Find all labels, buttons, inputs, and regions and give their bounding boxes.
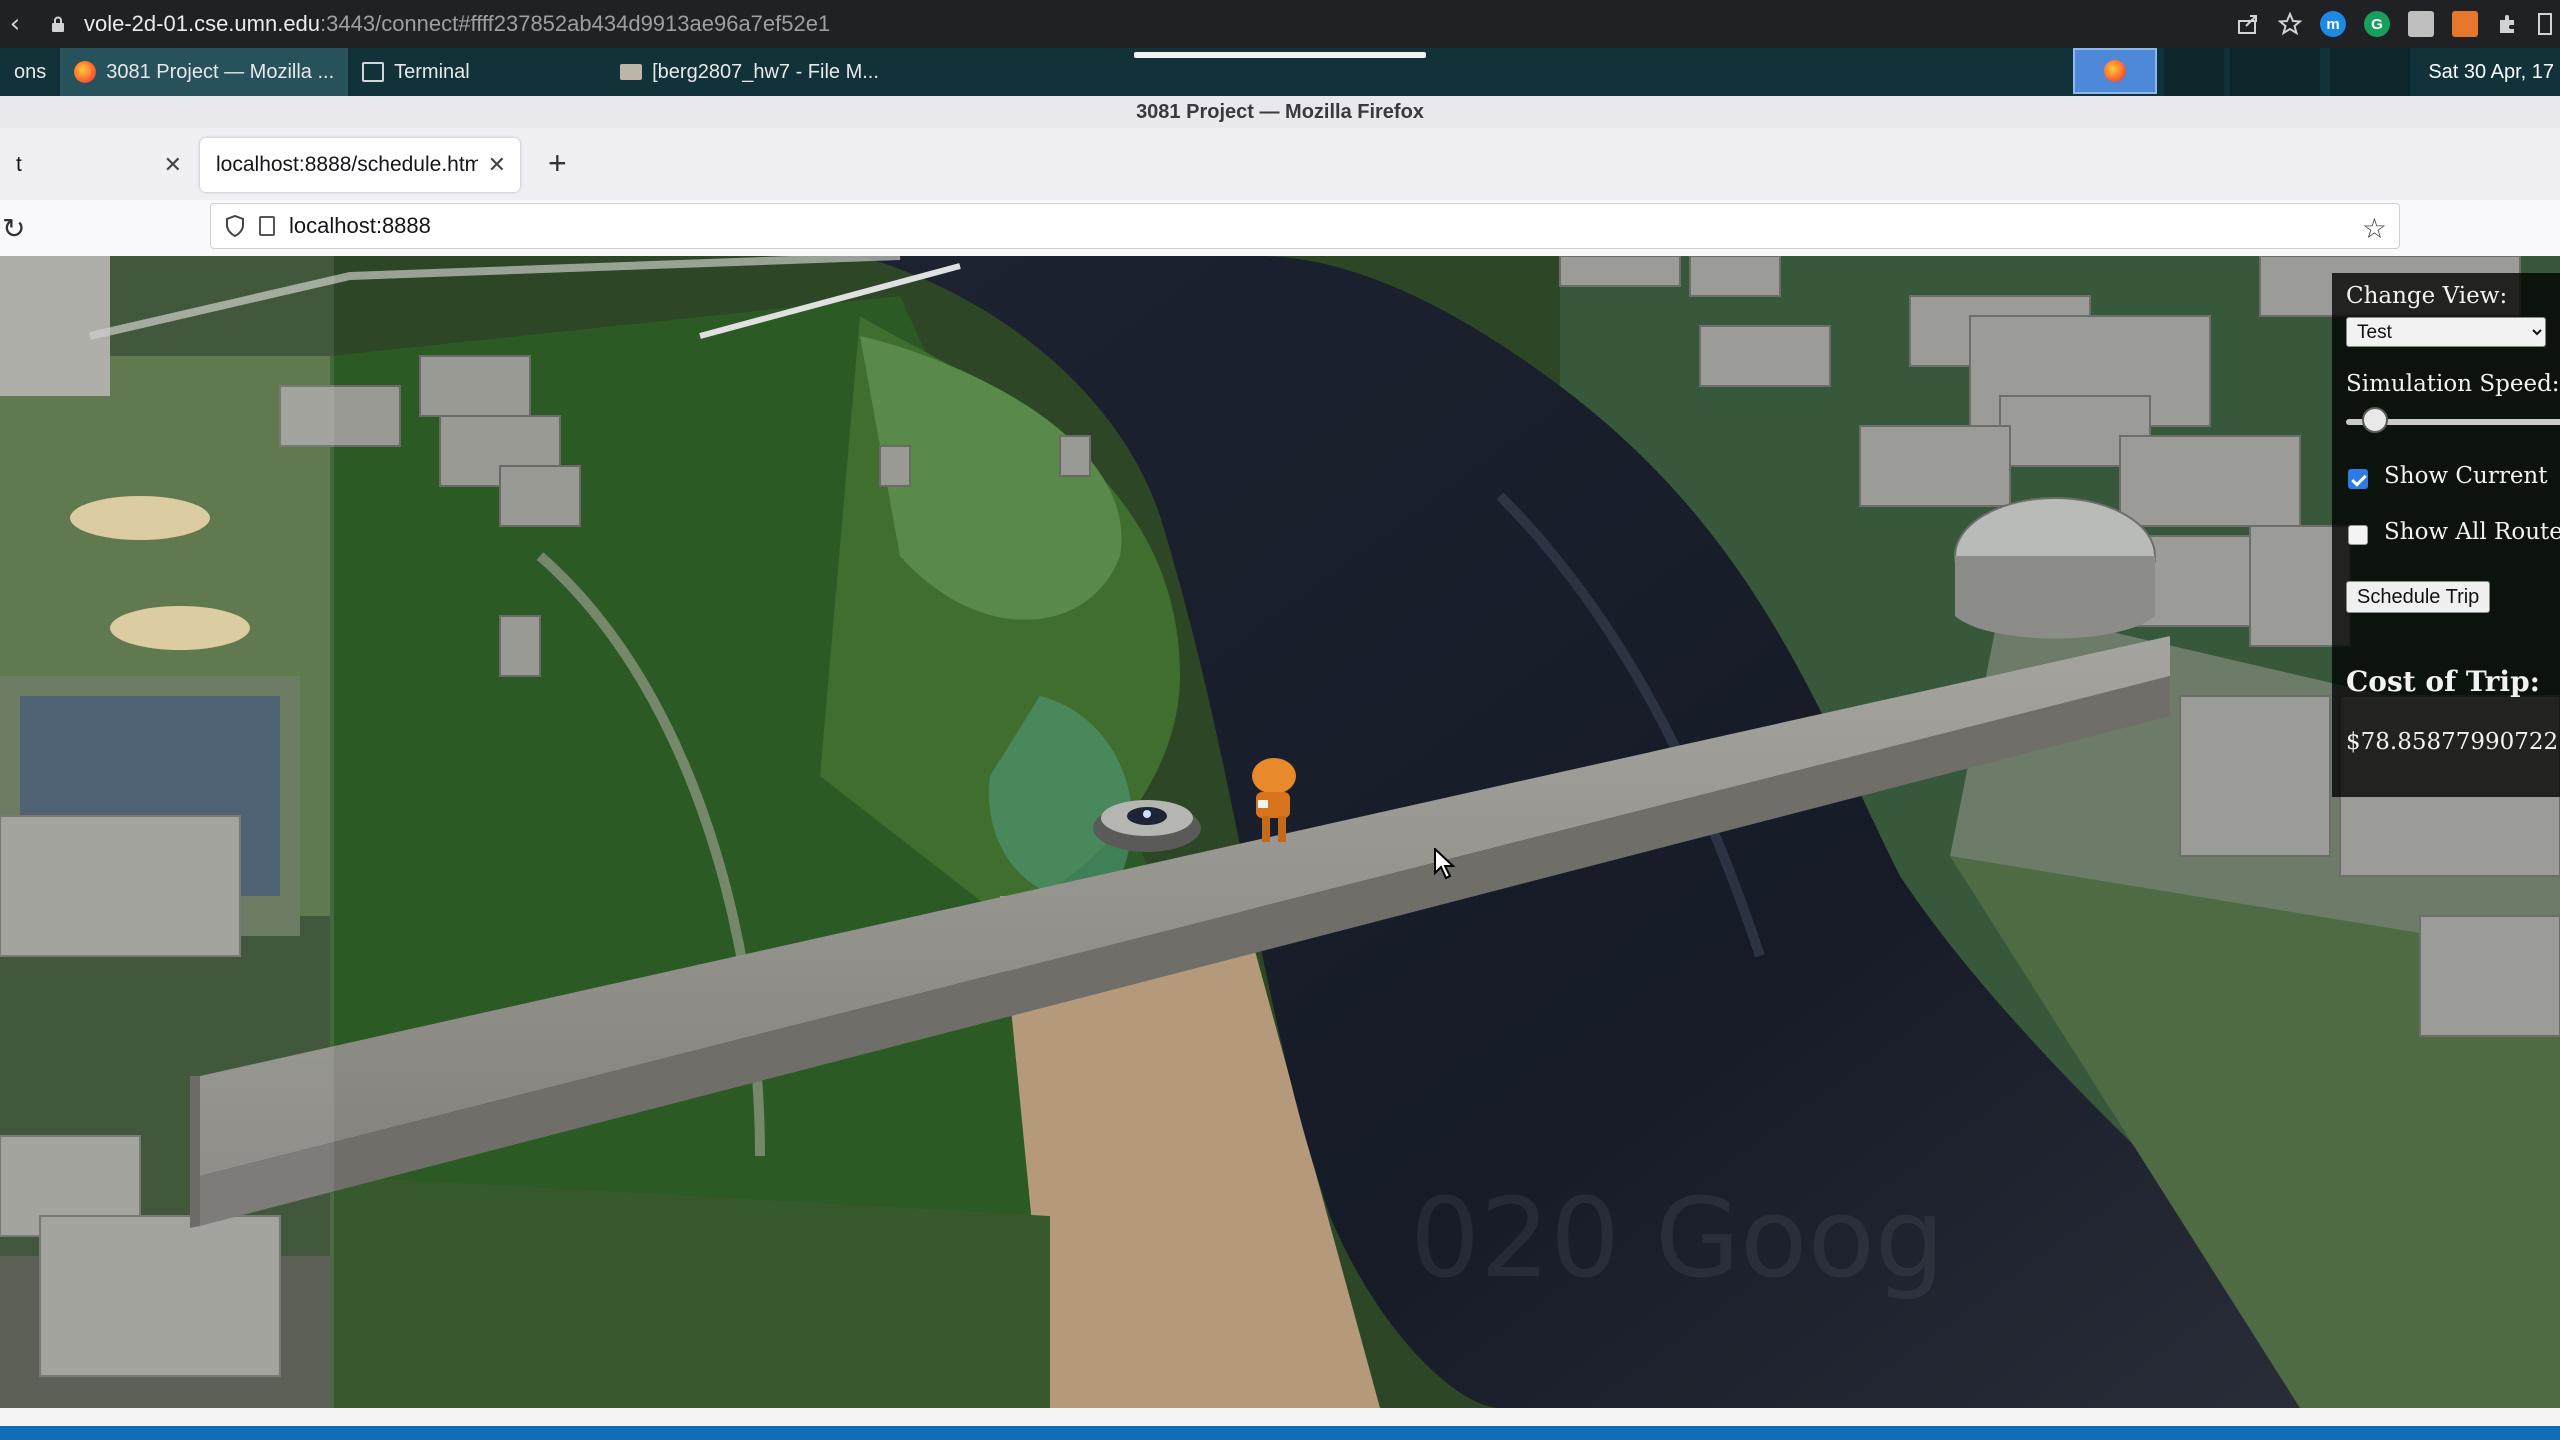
back-arrow-icon[interactable]: ‹ [0, 9, 30, 39]
puzzle-icon[interactable] [2496, 12, 2520, 36]
taskbar-clock: Sat 30 Apr, 17 [2428, 61, 2554, 83]
close-icon[interactable]: ✕ [488, 152, 506, 178]
workspace-indicator [1134, 52, 1426, 58]
shield-icon[interactable] [225, 215, 245, 237]
change-view-label: Change View: [2346, 283, 2508, 309]
sim-speed-slider-thumb[interactable] [2362, 407, 2388, 433]
show-current-label: Show Current [2384, 463, 2548, 489]
simulation-control-panel: Change View: Test Simulation Speed: Show… [2332, 273, 2560, 797]
show-all-routes-checkbox[interactable] [2348, 525, 2368, 545]
drone-icon [1093, 800, 1201, 852]
close-icon[interactable]: ✕ [164, 152, 182, 178]
firefox-icon [74, 61, 97, 83]
view-select[interactable]: Test [2346, 317, 2546, 347]
page-icon [259, 216, 275, 236]
cursor-icon [1434, 848, 1456, 880]
taskbar-item-files[interactable]: [berg2807_hw7 - File M... [606, 48, 894, 96]
show-all-routes-label: Show All Routes [2384, 519, 2560, 545]
taskbar-empty-slot [2330, 48, 2410, 96]
taskbar-item-label: Terminal [394, 60, 470, 83]
tab-label: localhost:8888/schedule.html [216, 153, 478, 176]
url-host: vole-2d-01.cse.umn.edu [84, 11, 321, 36]
remote-browser-bar: ‹ vole-2d-01.cse.umn.edu:3443/connect#ff… [0, 0, 2560, 48]
browser-actions: m G [2236, 0, 2560, 48]
taskbar-apps-menu[interactable]: ons [0, 48, 60, 96]
taskbar-empty-slot [2164, 48, 2224, 96]
show-current-checkbox[interactable] [2348, 469, 2368, 489]
share-icon[interactable] [2236, 12, 2260, 36]
extension-icon[interactable]: G [2364, 11, 2390, 37]
apps-label: ons [14, 60, 47, 83]
tab-schedule[interactable]: localhost:8888/schedule.html ✕ [200, 138, 520, 192]
cost-of-trip-heading: Cost of Trip: [2346, 665, 2540, 698]
simulation-viewport[interactable]: 020 Goog [0, 256, 2560, 1408]
remote-url[interactable]: vole-2d-01.cse.umn.edu:3443/connect#ffff… [84, 11, 830, 37]
navigation-bar: ↻ localhost:8888 ☆ [0, 200, 2560, 256]
schedule-trip-button[interactable]: Schedule Trip [2346, 581, 2491, 613]
taskbar-item-label: 3081 Project — Mozilla ... [106, 60, 335, 83]
map-scene[interactable]: 020 Goog [0, 256, 2560, 1408]
address-text: localhost:8888 [289, 213, 431, 238]
window-title: 3081 Project — Mozilla Firefox [0, 96, 2560, 128]
cost-of-trip-value: $78.85877990722 [2346, 729, 2559, 755]
tab-previous[interactable]: t ✕ [0, 138, 196, 192]
taskbar-item-label: [berg2807_hw7 - File M... [652, 60, 879, 83]
tab-label: t [16, 153, 22, 176]
taskbar-item-firefox[interactable]: 3081 Project — Mozilla ... [60, 48, 349, 96]
bookmark-star-icon[interactable]: ☆ [2362, 212, 2387, 245]
new-tab-button[interactable]: + [548, 147, 567, 179]
taskbar-firefox-launcher[interactable] [2073, 48, 2157, 94]
folder-icon [620, 64, 643, 80]
extension-icon[interactable]: m [2320, 11, 2346, 37]
taskbar-item-terminal[interactable]: Terminal [348, 48, 606, 96]
url-path: :3443/connect#ffff237852ab434d9913ae96a7… [320, 11, 831, 36]
star-icon[interactable] [2278, 12, 2302, 36]
taskbar-empty-slot [2230, 48, 2320, 96]
firefox-icon [2104, 60, 2126, 82]
sim-speed-label: Simulation Speed: [2346, 371, 2560, 397]
lock-icon [52, 16, 64, 32]
address-bar[interactable]: localhost:8888 ☆ [210, 203, 2400, 249]
scene-overlay [0, 256, 334, 1408]
svg-text:020 Goog: 020 Goog [1410, 1174, 1945, 1302]
desktop-bottom-strip [0, 1426, 2560, 1440]
extension-icon[interactable] [2452, 11, 2478, 37]
tab-strip: t ✕ localhost:8888/schedule.html ✕ + [0, 128, 2560, 200]
terminal-icon [362, 62, 385, 82]
reload-icon[interactable]: ↻ [2, 212, 25, 245]
extension-icon[interactable] [2408, 11, 2434, 37]
sidepanel-icon[interactable] [2538, 13, 2552, 35]
